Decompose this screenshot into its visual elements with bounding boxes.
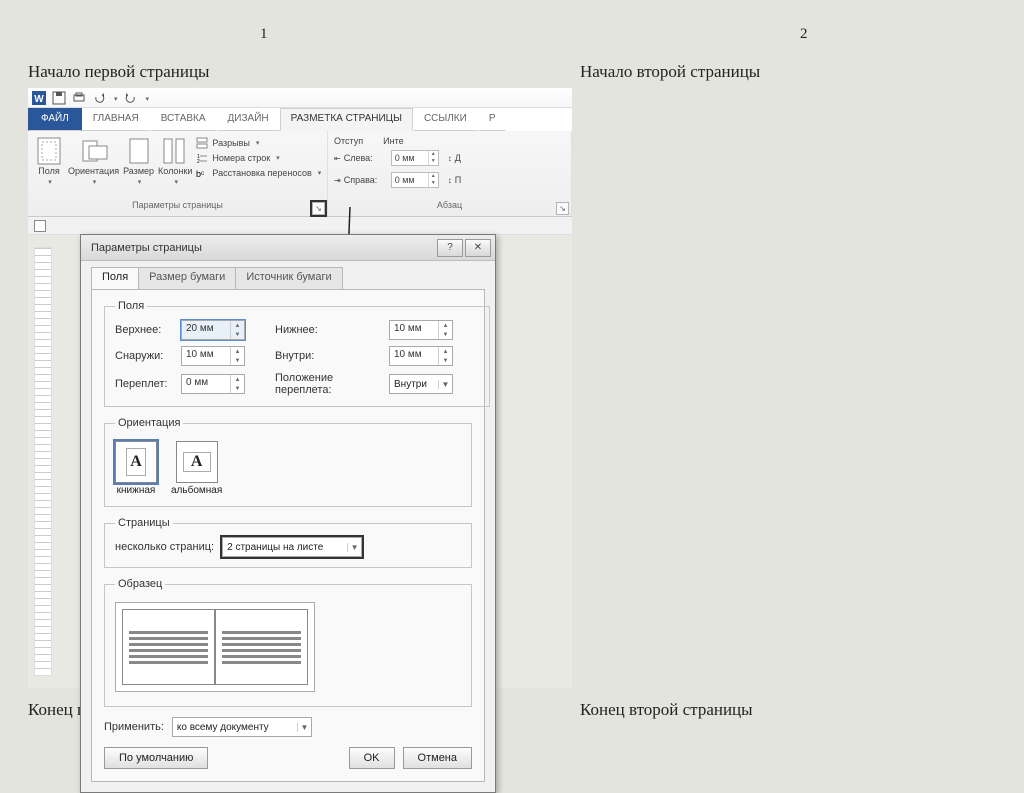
group-label-page-setup: Параметры страницы xyxy=(34,200,321,216)
close-button[interactable]: ✕ xyxy=(465,239,491,257)
size-label: Размер xyxy=(123,166,154,176)
orientation-portrait[interactable]: A книжная xyxy=(115,441,157,496)
svg-text:2: 2 xyxy=(197,159,200,164)
columns-button[interactable]: Колонки xyxy=(158,134,192,186)
outside-label: Снаружи: xyxy=(115,350,177,362)
paragraph-launcher[interactable]: ↘ xyxy=(556,202,569,215)
page-number-1: 1 xyxy=(260,26,268,43)
bottom-spin[interactable]: 10 мм▲▼ xyxy=(389,320,453,340)
dialog-tab-paper[interactable]: Размер бумаги xyxy=(138,267,236,289)
spacing-header: Инте xyxy=(383,136,403,146)
fields-legend: Поля xyxy=(115,300,147,312)
dialog-title-text: Параметры страницы xyxy=(91,242,202,254)
multi-pages-label: несколько страниц: xyxy=(115,541,214,553)
help-button[interactable]: ? xyxy=(437,239,463,257)
print-preview-icon[interactable] xyxy=(72,91,86,105)
undo-dropdown[interactable] xyxy=(112,92,118,104)
spacing-after-frag: П xyxy=(455,175,461,185)
preview-legend: Образец xyxy=(115,578,165,590)
save-icon[interactable] xyxy=(52,91,66,105)
tab-page-layout[interactable]: РАЗМЕТКА СТРАНИЦЫ xyxy=(280,108,413,131)
indent-left-label: Слева: xyxy=(344,153,388,163)
ruler-corner xyxy=(28,217,572,235)
indent-left-spin[interactable]: 0 мм▲▼ xyxy=(391,150,439,166)
vertical-ruler[interactable] xyxy=(34,247,52,676)
indent-right-label: Справа: xyxy=(344,175,388,185)
qat-customize-icon[interactable] xyxy=(144,92,150,104)
orientation-legend: Ориентация xyxy=(115,417,183,429)
inside-spin[interactable]: 10 мм▲▼ xyxy=(389,346,453,366)
gutter-pos-combo[interactable]: Внутри▼ xyxy=(389,374,453,394)
spacing-before-frag: Д xyxy=(455,153,461,163)
landscape-label: альбомная xyxy=(171,485,222,496)
pages-group: Страницы несколько страниц: 2 страницы н… xyxy=(104,517,472,568)
multi-pages-combo[interactable]: 2 страницы на листе▼ xyxy=(222,537,362,557)
svg-text:W: W xyxy=(34,94,44,105)
size-button[interactable]: Размер xyxy=(123,134,154,186)
word-icon: W xyxy=(32,91,46,105)
svg-text:bᶜ: bᶜ xyxy=(196,169,204,179)
default-button[interactable]: По умолчанию xyxy=(104,747,208,769)
ribbon-tabs: ФАЙЛ ГЛАВНАЯ ВСТАВКА ДИЗАЙН РАЗМЕТКА СТР… xyxy=(28,108,572,131)
apply-combo[interactable]: ко всему документу▼ xyxy=(172,717,312,737)
gutter-pos-label: Положение переплета: xyxy=(275,372,385,396)
breaks-label: Разрывы xyxy=(212,138,249,148)
top-spin[interactable]: 20 мм▲▼ xyxy=(181,320,245,340)
undo-icon[interactable] xyxy=(92,91,106,105)
apply-label: Применить: xyxy=(104,721,164,733)
tab-home[interactable]: ГЛАВНАЯ xyxy=(82,108,150,131)
tab-selector-icon[interactable] xyxy=(34,220,46,232)
heading-page1-start: Начало первой страницы xyxy=(28,62,209,82)
line-numbers-label: Номера строк xyxy=(212,153,270,163)
gutter-label: Переплет: xyxy=(115,378,177,390)
bottom-label: Нижнее: xyxy=(275,324,385,336)
fields-group: Поля Верхнее: 20 мм▲▼ Нижнее: 10 мм▲▼ Сн… xyxy=(104,300,490,407)
preview-thumbnail xyxy=(115,602,315,692)
ok-button[interactable]: OK xyxy=(349,747,395,769)
quick-access-toolbar: W xyxy=(28,88,572,108)
tab-insert[interactable]: ВСТАВКА xyxy=(150,108,217,131)
inside-label: Внутри: xyxy=(275,350,385,362)
orientation-group: Ориентация A книжная A альбомная xyxy=(104,417,472,507)
tab-mailings-fragment[interactable]: Р xyxy=(478,108,507,131)
page-setup-launcher[interactable]: ↘ xyxy=(312,202,325,215)
line-numbers-button[interactable]: 12 Номера строк xyxy=(196,151,321,165)
page-number-2: 2 xyxy=(800,26,808,43)
portrait-label: книжная xyxy=(117,485,156,496)
orientation-landscape[interactable]: A альбомная xyxy=(171,441,222,496)
ribbon: Поля Ориентация Размер Колонки xyxy=(28,131,572,217)
group-paragraph: Отступ Инте ⇤ Слева: 0 мм▲▼ ↕ Д ⇥ Справа… xyxy=(328,131,572,216)
hyphenation-button[interactable]: bᶜ Расстановка переносов xyxy=(196,166,321,180)
preview-group: Образец xyxy=(104,578,472,707)
tab-file[interactable]: ФАЙЛ xyxy=(28,108,82,131)
tab-design[interactable]: ДИЗАЙН xyxy=(217,108,280,131)
top-label: Верхнее: xyxy=(115,324,177,336)
page-setup-dialog: Параметры страницы ? ✕ Поля Размер бумаг… xyxy=(80,234,496,793)
group-label-paragraph: Абзац xyxy=(334,200,565,216)
redo-icon[interactable] xyxy=(124,91,138,105)
orientation-label: Ориентация xyxy=(68,166,119,176)
indent-right-spin[interactable]: 0 мм▲▼ xyxy=(391,172,439,188)
breaks-button[interactable]: Разрывы xyxy=(196,136,321,150)
cancel-button[interactable]: Отмена xyxy=(403,747,472,769)
columns-label: Колонки xyxy=(158,166,192,176)
indent-header: Отступ xyxy=(334,136,363,146)
heading-page2-end: Конец второй страницы xyxy=(580,700,753,720)
dialog-tab-source[interactable]: Источник бумаги xyxy=(235,267,342,289)
dialog-tab-fields[interactable]: Поля xyxy=(91,267,139,289)
group-page-setup: Поля Ориентация Размер Колонки xyxy=(28,131,328,216)
pages-legend: Страницы xyxy=(115,517,173,529)
hyphenation-label: Расстановка переносов xyxy=(212,168,311,178)
gutter-spin[interactable]: 0 мм▲▼ xyxy=(181,374,245,394)
margins-button[interactable]: Поля xyxy=(34,134,64,186)
tab-references[interactable]: ССЫЛКИ xyxy=(413,108,478,131)
orientation-button[interactable]: Ориентация xyxy=(68,134,119,186)
dialog-titlebar[interactable]: Параметры страницы ? ✕ xyxy=(81,235,495,261)
heading-page2-start: Начало второй страницы xyxy=(580,62,760,82)
dialog-tabs: Поля Размер бумаги Источник бумаги xyxy=(91,267,485,289)
margins-label: Поля xyxy=(38,166,59,176)
outside-spin[interactable]: 10 мм▲▼ xyxy=(181,346,245,366)
